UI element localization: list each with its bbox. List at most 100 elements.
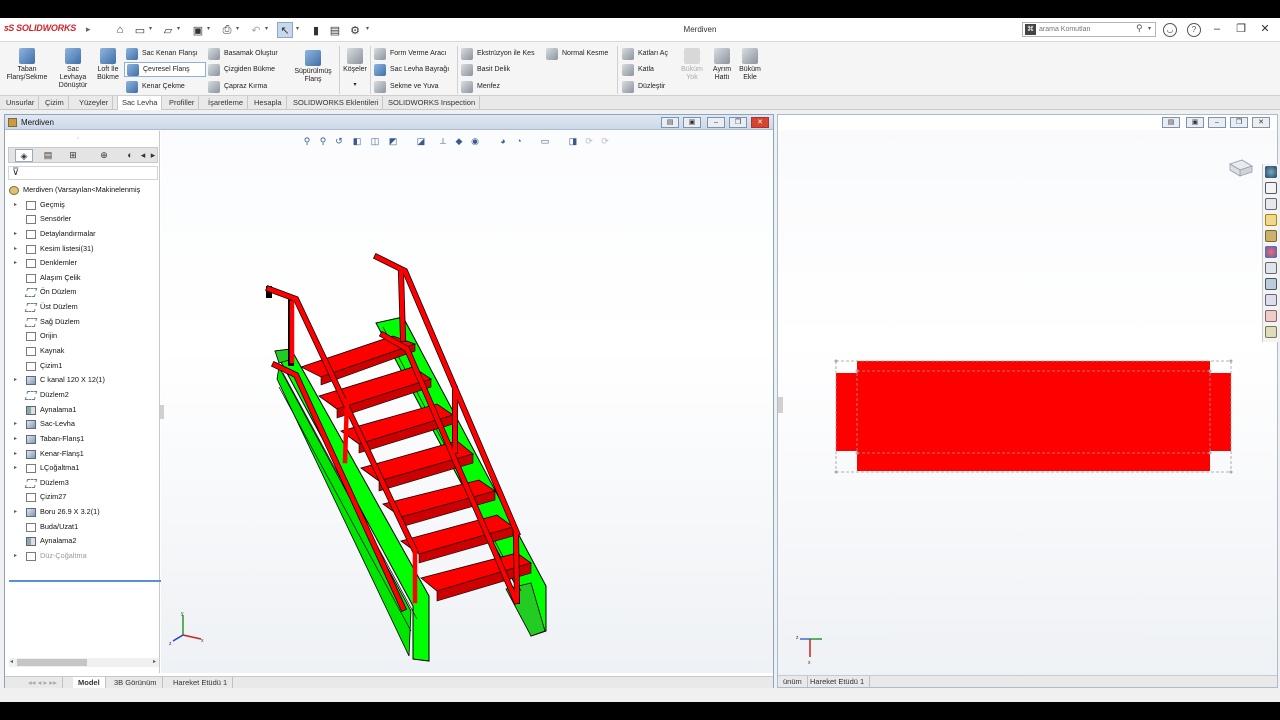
convert-to-sheet-metal-button[interactable]: Sac Levhaya Dönüştür	[54, 48, 92, 90]
rp-cascade-icon[interactable]: ▣	[1186, 117, 1204, 128]
tree-item[interactable]: ▸ Düz-Çoğaltma	[5, 549, 160, 564]
rp-tile-icon[interactable]: ▤	[1162, 117, 1180, 128]
swept-flange-button[interactable]: Süpürülmüş Flanş	[290, 50, 336, 84]
tree-item[interactable]: ▸ Boru 26.9 X 3.2(1)	[5, 505, 160, 520]
rp-tab-motion-study[interactable]: Hareket Etüdü 1	[805, 676, 871, 687]
cross-break-button[interactable]: Çapraz Kırma	[208, 79, 267, 94]
scroll-thumb[interactable]	[17, 659, 87, 666]
design-library-icon[interactable]	[1265, 198, 1277, 210]
file-explorer-icon[interactable]	[1265, 214, 1277, 226]
fold-button[interactable]: Katla	[622, 62, 654, 77]
tab-solidworks-inspection[interactable]: SOLIDWORKS Inspection	[384, 96, 481, 110]
forming-tool-button[interactable]: Form Verme Aracı	[374, 46, 446, 61]
tab-model[interactable]: Model	[73, 677, 106, 688]
tree-item[interactable]: Düzlem3	[5, 476, 160, 491]
expand-arrow-icon[interactable]: ▸	[14, 447, 17, 462]
help-icon[interactable]: ?	[1187, 23, 1201, 37]
tab-markup[interactable]: İşaretleme	[204, 96, 249, 110]
expand-arrow-icon[interactable]: ▸	[14, 198, 17, 213]
tree-rollback-bar[interactable]	[9, 580, 163, 582]
expand-arrow-icon[interactable]: ▸	[14, 432, 17, 447]
doc-minimize-icon[interactable]: –	[707, 117, 725, 128]
tree-item[interactable]: Sağ Düzlem	[5, 315, 160, 330]
tree-item[interactable]: Üst Düzlem	[5, 300, 160, 315]
miter-flange-button[interactable]: Sac Kenarı Flanşı	[126, 46, 198, 61]
file-properties-icon[interactable]: ▤	[327, 22, 343, 38]
doc-close-icon[interactable]: ✕	[751, 117, 769, 128]
sketched-bend-button[interactable]: Çizgiden Bükme	[208, 62, 275, 77]
flat-pattern-drawing[interactable]	[778, 131, 1277, 671]
tree-item[interactable]: Aynalama2	[5, 534, 160, 549]
tree-item[interactable]: ▸ LÇoğaltma1	[5, 461, 160, 476]
flatten-button[interactable]: Düzleştir	[622, 79, 665, 94]
filter-icon[interactable]: ⊽	[8, 166, 158, 180]
options-gear-icon[interactable]: ⚙	[347, 22, 363, 38]
close-icon[interactable]: ✕	[1256, 21, 1274, 37]
insert-bends-button[interactable]: Büküm Ekle	[736, 48, 764, 82]
tab-sheet-metal[interactable]: Sac Levha	[117, 96, 163, 110]
undo-icon[interactable]: ↶	[248, 22, 264, 38]
new-document-icon[interactable]: ▭	[132, 22, 148, 38]
tree-item[interactable]: Ön Düzlem	[5, 285, 160, 300]
tile-icon[interactable]: ▤	[661, 117, 679, 128]
tab-sketch[interactable]: Çizim	[41, 96, 69, 110]
rp-splitter-handle[interactable]	[778, 397, 783, 413]
tab-profiles[interactable]: Profiller	[165, 96, 200, 110]
normal-cut-button[interactable]: Normal Kesme	[546, 46, 608, 61]
tab-solidworks-addins[interactable]: SOLIDWORKS Eklentileri	[289, 96, 384, 110]
cascade-icon[interactable]: ▣	[683, 117, 701, 128]
home-icon[interactable]: ⌂	[112, 22, 128, 38]
new-dropdown-icon[interactable]: ▾	[149, 25, 152, 32]
tab-scroll-arrows-icon[interactable]: ◂◂ ◂ ▸ ▸▸	[23, 677, 63, 688]
tree-item[interactable]: ▸ Sac-Levha	[5, 417, 160, 432]
rp-restore-icon[interactable]: ❐	[1230, 117, 1248, 128]
tab-and-slot-button[interactable]: Sekme ve Yuva	[374, 79, 439, 94]
tree-item[interactable]: ▸ C kanal 120 X 12(1)	[5, 373, 160, 388]
tools-icon[interactable]	[1265, 310, 1277, 322]
search-box[interactable]: ⌘ ⚲ ▾	[1022, 22, 1156, 37]
tree-item[interactable]: Kaynak	[5, 344, 160, 359]
tree-item[interactable]: Düzlem2	[5, 388, 160, 403]
3dexperience-icon[interactable]	[1265, 326, 1277, 338]
tree-item[interactable]: ▸ Geçmiş	[5, 198, 160, 213]
lofted-bend-button[interactable]: Loft İle Bükme	[93, 48, 123, 82]
tree-item[interactable]: Sensörler	[5, 212, 160, 227]
solidworks-forum-icon[interactable]	[1265, 278, 1277, 290]
doc-restore-icon[interactable]: ❐	[729, 117, 747, 128]
expand-arrow-icon[interactable]: ▸	[14, 417, 17, 432]
staircase-model[interactable]	[161, 131, 773, 673]
minimize-icon[interactable]: –	[1208, 21, 1226, 37]
custom-properties-icon[interactable]	[1265, 262, 1277, 274]
tree-item[interactable]: ▸ Kenar-Flanş1	[5, 447, 160, 462]
rp-close-icon[interactable]: ✕	[1252, 117, 1270, 128]
rp-minimize-icon[interactable]: –	[1208, 117, 1226, 128]
user-account-icon[interactable]: ◡	[1163, 23, 1177, 37]
tree-item[interactable]: Çizim27	[5, 490, 160, 505]
home-task-icon[interactable]	[1265, 182, 1277, 194]
tree-item[interactable]: ▸ Taban-Flanş1	[5, 432, 160, 447]
search-input[interactable]	[1039, 24, 1135, 35]
configuration-manager-tab-icon[interactable]: ⊞	[64, 149, 82, 162]
expand-arrow-icon[interactable]: ▸	[14, 227, 17, 242]
expand-arrow-icon[interactable]: ▸	[14, 256, 17, 271]
dimxpert-manager-tab-icon[interactable]: ⊕	[95, 149, 113, 162]
rp-tab-3d-view[interactable]: ünüm	[778, 676, 808, 687]
tab-features[interactable]: Unsurlar	[2, 96, 40, 110]
rebuild-icon[interactable]: ▮	[308, 22, 324, 38]
rip-button[interactable]: Ayrım Hattı	[708, 48, 736, 82]
logo-menu-arrow-icon[interactable]: ▸	[86, 24, 91, 35]
hem-button[interactable]: Kenar Çekme	[126, 79, 185, 94]
tree-item[interactable]: ▸ Detaylandırmalar	[5, 227, 160, 242]
corners-button[interactable]: Köşeler ▾	[341, 48, 369, 89]
unfold-button[interactable]: Katları Aç	[622, 46, 668, 61]
print-icon[interactable]: ⎙	[219, 22, 235, 38]
tree-item[interactable]: Orijin	[5, 329, 160, 344]
tabs-right-arrow-icon[interactable]: ▸	[149, 149, 157, 162]
expand-arrow-icon[interactable]: ▸	[14, 549, 17, 564]
tab-3d-view[interactable]: 3B Görünüm	[109, 677, 163, 688]
restore-icon[interactable]: ❐	[1232, 21, 1250, 37]
panel-splitter-handle[interactable]	[160, 405, 164, 419]
tree-horizontal-scrollbar[interactable]: ◂ ▸	[9, 658, 159, 667]
jog-button[interactable]: Basamak Oluştur	[208, 46, 278, 61]
print-dropdown-icon[interactable]: ▾	[236, 25, 239, 32]
